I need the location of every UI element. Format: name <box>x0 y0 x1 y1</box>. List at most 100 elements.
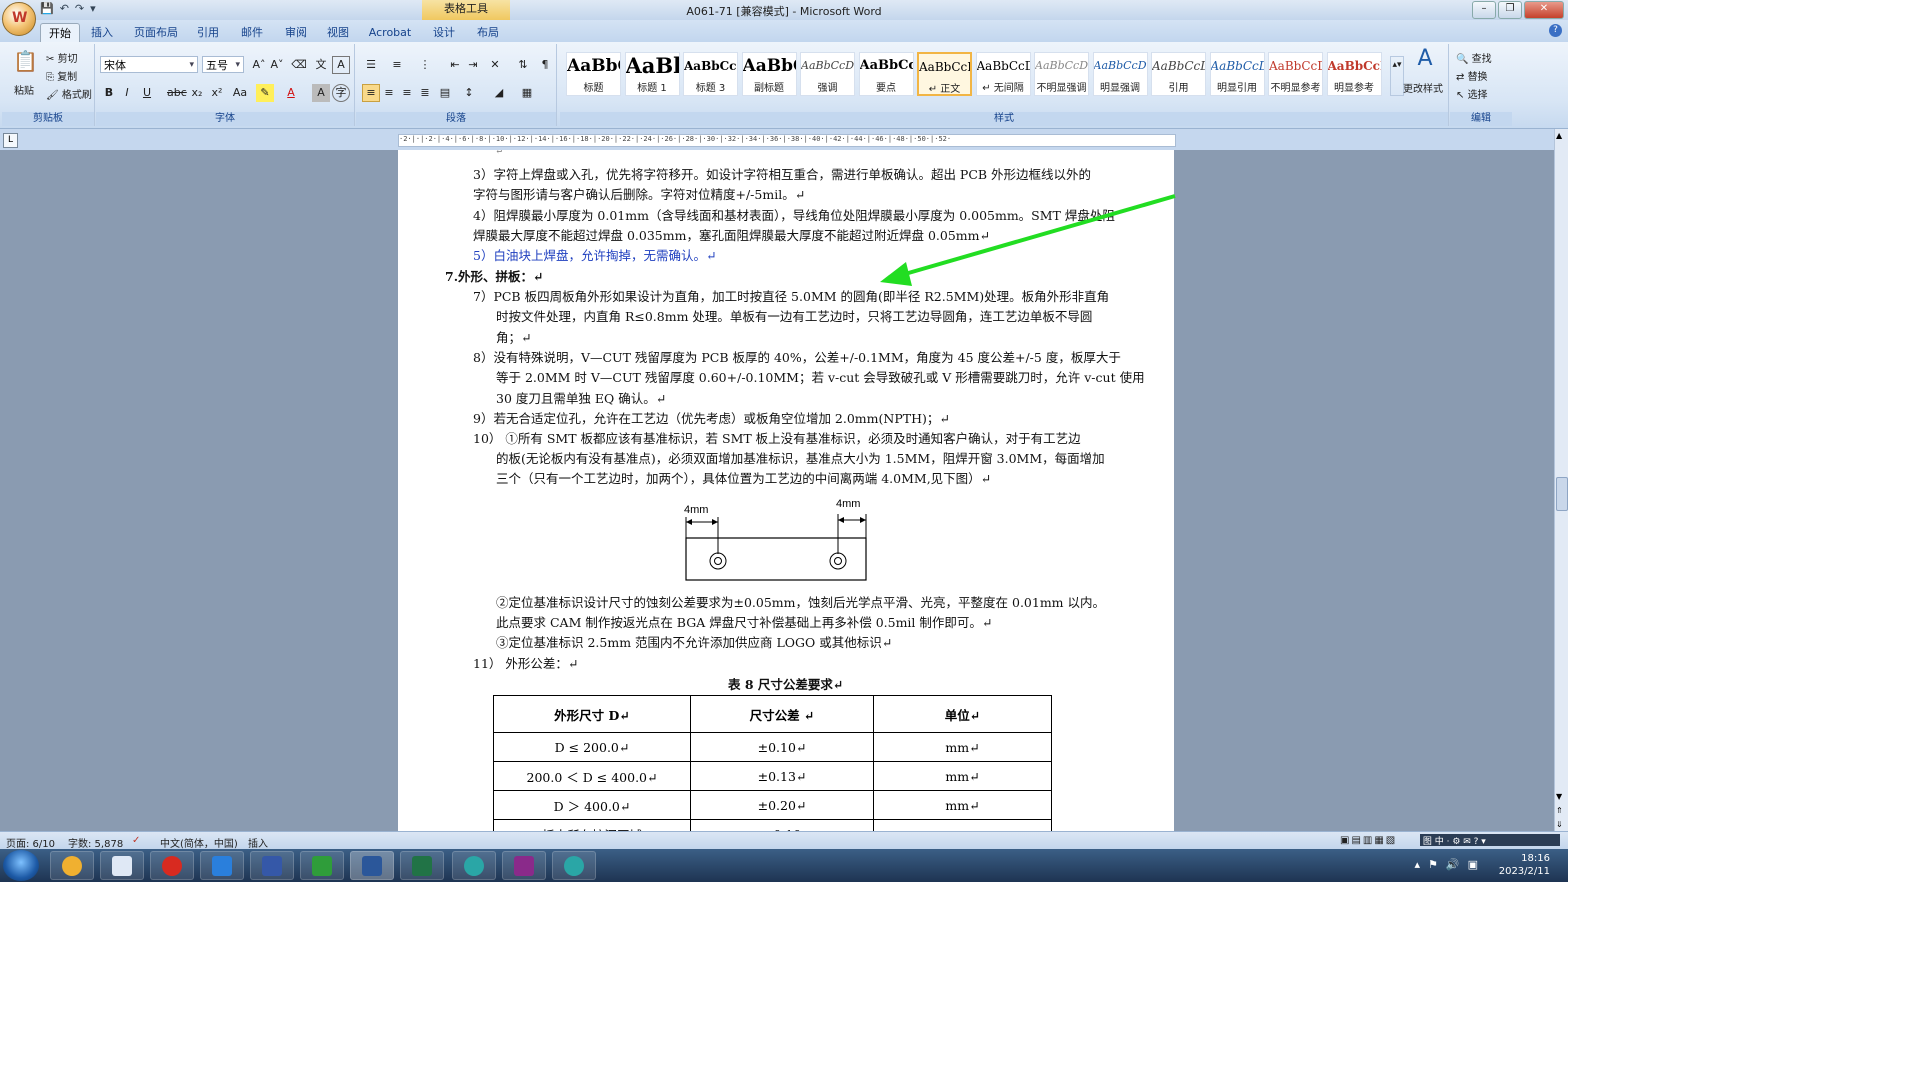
font-color-icon[interactable]: A <box>282 84 300 102</box>
phonetic-guide-icon[interactable]: 文 <box>312 56 330 74</box>
justify-icon[interactable]: ≣ <box>416 84 434 102</box>
tab-selector-icon[interactable]: L <box>3 133 18 148</box>
style-tile[interactable]: AaBbCcD 不明显参考 <box>1268 52 1323 96</box>
bold-icon[interactable]: B <box>100 84 118 102</box>
tab-review[interactable]: 审阅 <box>278 23 314 42</box>
line-spacing-icon[interactable]: ↕ <box>460 84 478 102</box>
flag-icon[interactable]: ⚑ <box>1428 858 1438 871</box>
change-styles-button[interactable]: 更改样式 <box>1403 80 1443 95</box>
char-border-icon[interactable]: A <box>332 56 350 74</box>
vertical-scrollbar[interactable]: ▲ ▼ ⇑ ⇓ <box>1554 129 1568 831</box>
next-page-icon[interactable]: ⇓ <box>1556 820 1563 829</box>
char-shading-icon[interactable]: A <box>312 84 330 102</box>
style-tile[interactable]: AaBbCcDi 明显引用 <box>1209 52 1265 96</box>
tab-mailings[interactable]: 邮件 <box>234 23 270 42</box>
superscript-icon[interactable]: x² <box>208 84 226 102</box>
style-tile[interactable]: AaBbCcDi 不明显强调 <box>1034 52 1089 96</box>
enclose-char-icon[interactable]: 字 <box>332 84 350 102</box>
taskbar-app-notepad[interactable] <box>100 851 144 880</box>
align-right-icon[interactable]: ≡ <box>398 84 416 102</box>
table-cell[interactable]: 200.0 ＜ D ≤ 400.0↵ <box>493 761 691 791</box>
taskbar-app-word[interactable] <box>350 851 394 880</box>
tab-layout[interactable]: 布局 <box>470 23 506 42</box>
format-painter-button[interactable]: 🖌 格式刷 <box>46 86 92 101</box>
close-button[interactable]: ✕ <box>1524 1 1564 19</box>
table-cell[interactable]: ±0.20↵ <box>690 790 874 820</box>
table-cell[interactable]: mm↵ <box>873 790 1052 820</box>
select-button[interactable]: ↖ 选择 <box>1456 86 1488 101</box>
show-marks-icon[interactable]: ¶ <box>536 56 554 74</box>
taskbar-app-eye2[interactable] <box>552 851 596 880</box>
strikethrough-icon[interactable]: abc <box>166 84 187 102</box>
tab-design[interactable]: 设计 <box>426 23 462 42</box>
scroll-down-icon[interactable]: ▼ <box>1556 792 1562 801</box>
style-tile[interactable]: AaBbCcDc ↵ 无间隔 <box>975 52 1031 96</box>
view-buttons[interactable]: ▣▤▥▦▧ <box>1340 835 1397 846</box>
proofing-icon[interactable]: ✓ <box>132 835 140 846</box>
grow-font-icon[interactable]: A˄ <box>250 56 268 74</box>
clock[interactable]: 18:16 2023/2/11 <box>1499 852 1550 878</box>
style-tile[interactable]: AaBbCcDi 明显强调 <box>1092 52 1148 96</box>
table-cell[interactable]: 板内所有控深区域 <box>493 819 691 831</box>
style-tile[interactable]: AaBbC 标题 <box>566 52 621 96</box>
language-indicator[interactable]: 中文(简体，中国) <box>160 835 238 850</box>
gallery-scroll-icon[interactable]: ▴▾ <box>1390 56 1404 96</box>
bullets-icon[interactable]: ☰ <box>362 56 380 74</box>
taskbar-app-green[interactable] <box>300 851 344 880</box>
restore-button[interactable]: ❐ <box>1498 1 1522 19</box>
insert-mode[interactable]: 插入 <box>248 835 268 850</box>
table-cell[interactable]: ±0.10↵ <box>690 732 874 762</box>
table-cell[interactable]: ±0.10 <box>690 819 874 831</box>
style-tile[interactable]: AaBbC 副标题 <box>741 52 797 96</box>
taskbar-app-x[interactable] <box>502 851 546 880</box>
paste-button[interactable]: 粘贴 <box>14 82 34 97</box>
style-tile[interactable]: AaBbCcI 明显参考 <box>1326 52 1382 96</box>
minimize-button[interactable]: – <box>1472 1 1496 19</box>
ime-toolbar[interactable]: 图 中 · ⚙ ✉ ? ▾ <box>1420 834 1560 847</box>
copy-button[interactable]: ⎘ 复制 <box>46 68 77 83</box>
shading-icon[interactable]: ◢ <box>490 84 508 102</box>
italic-icon[interactable]: I <box>118 84 136 102</box>
style-tile[interactable]: AaBbCcD 要点 <box>858 52 914 96</box>
change-styles-icon[interactable]: A <box>1410 48 1440 78</box>
highlight-icon[interactable]: ✎ <box>256 84 274 102</box>
paste-icon[interactable]: 📋 <box>12 51 38 80</box>
borders-icon[interactable]: ▦ <box>518 84 536 102</box>
change-case-icon[interactable]: Aa <box>228 84 252 102</box>
taskbar-app-shell[interactable] <box>50 851 94 880</box>
network-icon[interactable]: ▣ <box>1468 858 1478 871</box>
cut-button[interactable]: ✂ 剪切 <box>46 50 78 65</box>
distributed-icon[interactable]: ▤ <box>436 84 454 102</box>
tab-insert[interactable]: 插入 <box>84 23 120 42</box>
tab-page-layout[interactable]: 页面布局 <box>128 23 184 42</box>
tab-view[interactable]: 视图 <box>320 23 356 42</box>
font-size-select[interactable]: 五号 <box>202 56 244 74</box>
table-header-cell[interactable]: 尺寸公差 ↵ <box>690 695 874 733</box>
help-icon[interactable]: ? <box>1549 24 1562 37</box>
style-tile[interactable]: AaBbCcDc ↵ 正文 <box>917 52 972 96</box>
table-cell[interactable]: D ≤ 200.0↵ <box>493 732 691 762</box>
taskbar-app-excel[interactable] <box>400 851 444 880</box>
tab-references[interactable]: 引用 <box>190 23 226 42</box>
increase-indent-icon[interactable]: ⇥ <box>464 56 482 74</box>
style-tile[interactable]: AaBbCcD 标题 3 <box>683 52 738 96</box>
numbering-icon[interactable]: ≡ <box>388 56 406 74</box>
style-tile[interactable]: AaBbCcDi 强调 <box>800 52 855 96</box>
multilevel-list-icon[interactable]: ⋮ <box>416 56 434 74</box>
find-button[interactable]: 🔍 查找 <box>1456 50 1492 65</box>
replace-button[interactable]: ⇄ 替换 <box>1456 68 1488 83</box>
style-tile[interactable]: AaBl 标题 1 <box>624 52 680 96</box>
chinese-layout-icon[interactable]: ✕ <box>486 56 504 74</box>
table-cell[interactable]: mm↵ <box>873 761 1052 791</box>
qat-menu-icon[interactable]: ▾ <box>90 2 96 18</box>
subscript-icon[interactable]: x₂ <box>188 84 206 102</box>
taskbar-app-red[interactable] <box>150 851 194 880</box>
tab-home[interactable]: 开始 <box>40 23 80 43</box>
prev-page-icon[interactable]: ⇑ <box>1556 806 1563 815</box>
table-cell[interactable]: D ＞ 400.0↵ <box>493 790 691 820</box>
decrease-indent-icon[interactable]: ⇤ <box>446 56 464 74</box>
taskbar-app-player[interactable] <box>200 851 244 880</box>
undo-icon[interactable]: ↶ <box>60 2 69 18</box>
underline-icon[interactable]: U <box>138 84 156 102</box>
scroll-thumb[interactable] <box>1556 477 1568 511</box>
